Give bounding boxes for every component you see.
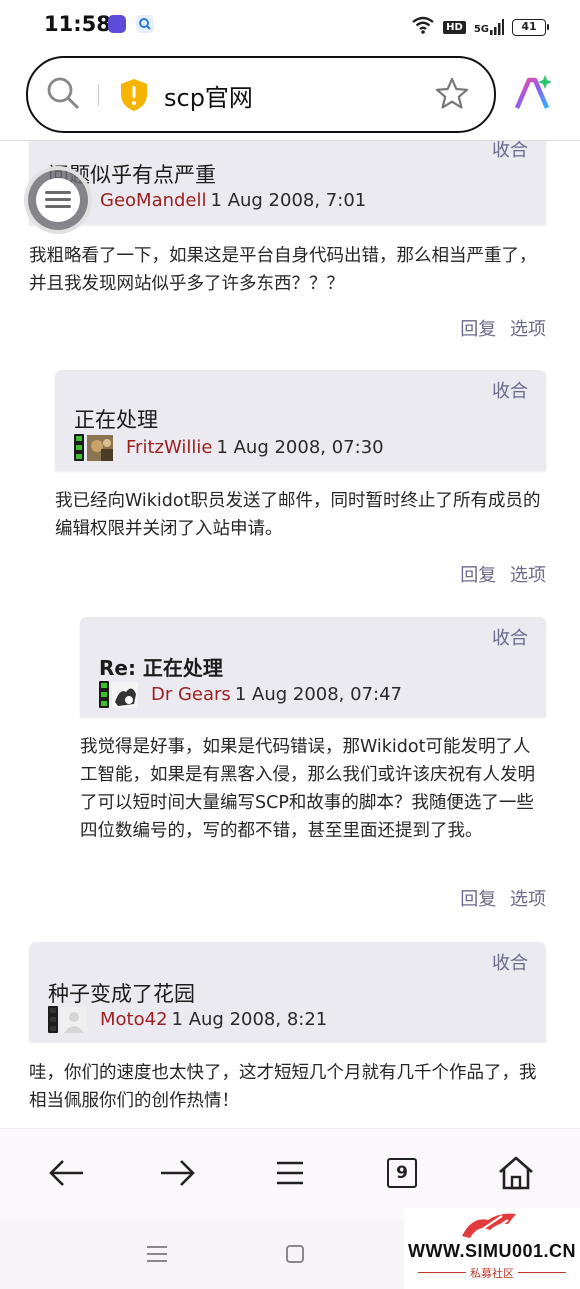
collapse-link[interactable]: 收合: [492, 377, 528, 403]
watermark-text: WWW.SIMU001.CN: [407, 1241, 576, 1261]
karma-meter: [74, 434, 84, 461]
post-title: 种子变成了花园: [48, 982, 195, 1006]
post-body: 我已经向Wikidot职员发送了邮件，同时暂时终止了所有成员的编辑权限并关闭了入…: [55, 491, 541, 539]
security-shield-icon[interactable]: [118, 77, 150, 117]
post-header: 收合 问题似乎有点严重 GeoMandell 1 Aug 2008, 7:01: [29, 141, 546, 225]
collapse-link[interactable]: 收合: [492, 949, 528, 975]
status-bar: 11:58 HD 5G 41: [0, 0, 580, 52]
menu-icon[interactable]: [270, 1153, 310, 1193]
address-url-text[interactable]: scp官网: [164, 78, 253, 113]
post-meta: GeoMandell 1 Aug 2008, 7:01: [48, 190, 366, 211]
watermark-line: [518, 1272, 566, 1273]
ai-assistant-icon[interactable]: [512, 72, 554, 118]
wifi-icon: [411, 16, 435, 38]
app-notification-icon: [108, 15, 126, 33]
post-body: 哇，你们的速度也太快了，这才短短几个月就有几千个作品了，我相当佩服你们的创作热情…: [29, 1063, 537, 1111]
reply-link[interactable]: 回复: [460, 889, 496, 910]
browser-toolbar: 9: [0, 1128, 580, 1218]
post-date: 1 Aug 2008, 7:01: [210, 190, 367, 211]
network-type: 5G: [473, 24, 489, 35]
address-separator: [98, 84, 99, 106]
forward-arrow-icon[interactable]: [158, 1153, 198, 1193]
post-body: 我粗略看了一下，如果这是平台自身代码出错，那么相当严重了，并且我发现网站似乎多了…: [29, 246, 537, 294]
post-header: 收合 Re: 正在处理 Dr Gears 1 Aug 2008, 07:47: [80, 617, 546, 717]
post-actions: 回复 选项: [460, 315, 546, 341]
reply-link[interactable]: 回复: [460, 319, 496, 340]
post-meta: FritzWillie 1 Aug 2008, 07:30: [74, 434, 384, 461]
post-date: 1 Aug 2008, 07:30: [216, 437, 384, 458]
tab-count: 9: [387, 1158, 417, 1188]
watermark-subtext: 私募社区: [470, 1267, 514, 1280]
battery-indicator: 41: [512, 18, 549, 36]
post-date: 1 Aug 2008, 07:47: [234, 684, 402, 705]
status-time: 11:58: [44, 12, 111, 36]
tabs-button[interactable]: 9: [382, 1153, 422, 1193]
post-meta: Moto42 1 Aug 2008, 8:21: [48, 1006, 327, 1033]
post-author[interactable]: GeoMandell: [100, 190, 207, 211]
options-link[interactable]: 选项: [510, 319, 546, 340]
post-header: 收合 种子变成了花园 Moto42 1 Aug 2008, 8:21: [29, 942, 546, 1042]
watermark: WWW.SIMU001.CN 私募社区: [404, 1208, 580, 1289]
options-link[interactable]: 选项: [510, 565, 546, 586]
hd-badge: HD: [443, 20, 466, 34]
avatar[interactable]: [87, 434, 113, 461]
back-arrow-icon[interactable]: [46, 1153, 86, 1193]
recent-apps-icon[interactable]: [146, 1244, 168, 1268]
collapse-link[interactable]: 收合: [492, 624, 528, 650]
search-app-icon: [136, 15, 154, 33]
post-header: 收合 正在处理 FritzWillie 1 Aug 2008, 07:30: [55, 370, 546, 471]
floating-menu-button[interactable]: [24, 166, 92, 234]
avatar[interactable]: [61, 1006, 87, 1033]
forum-thread[interactable]: 收合 问题似乎有点严重 GeoMandell 1 Aug 2008, 7:01 …: [0, 141, 580, 1128]
watermark-logo-icon: [458, 1210, 520, 1244]
home-square-icon[interactable]: [286, 1245, 304, 1263]
menu-icon[interactable]: [36, 178, 80, 222]
karma-meter: [99, 681, 109, 708]
post-title: 正在处理: [74, 408, 158, 432]
home-icon[interactable]: [496, 1153, 536, 1193]
search-icon[interactable]: [46, 76, 82, 116]
post-meta: Dr Gears 1 Aug 2008, 07:47: [99, 681, 402, 708]
post-author[interactable]: FritzWillie: [126, 437, 212, 458]
collapse-link[interactable]: 收合: [492, 141, 528, 162]
post-title: Re: 正在处理: [99, 656, 223, 680]
post-actions: 回复 选项: [460, 561, 546, 587]
post-actions: 回复 选项: [460, 885, 546, 911]
bookmark-star-icon[interactable]: [434, 76, 470, 116]
karma-meter: [48, 1006, 58, 1033]
options-link[interactable]: 选项: [510, 889, 546, 910]
post-body: 我觉得是好事，如果是代码错误，那Wikidot可能发明了人工智能，如果是有黑客入…: [80, 737, 535, 841]
post-date: 1 Aug 2008, 8:21: [171, 1009, 328, 1030]
reply-link[interactable]: 回复: [460, 565, 496, 586]
signal-icon: 5G: [474, 19, 504, 35]
address-bar[interactable]: scp官网: [26, 56, 496, 133]
avatar[interactable]: [112, 681, 138, 708]
post-author[interactable]: Moto42: [100, 1009, 168, 1030]
post-author[interactable]: Dr Gears: [151, 684, 231, 705]
